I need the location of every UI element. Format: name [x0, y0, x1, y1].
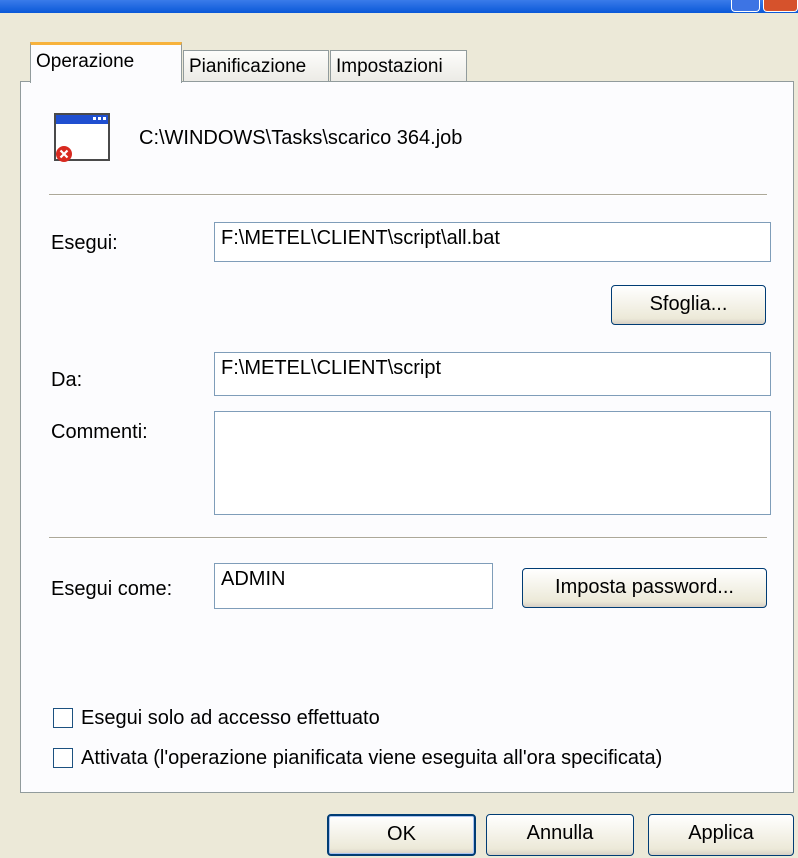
run-as-label: Esegui come: [51, 578, 173, 600]
run-input[interactable]: F:\METEL\CLIENT\script\all.bat [214, 222, 771, 262]
run-label: Esegui: [51, 232, 118, 254]
title-bar [0, 0, 798, 13]
run-as-input[interactable]: ADMIN [214, 563, 493, 609]
scheduled-task-error-icon [53, 112, 113, 164]
set-password-button[interactable]: Imposta password... [522, 568, 767, 608]
enabled-label: Attivata (l'operazione pianificata viene… [81, 747, 663, 769]
help-button[interactable] [731, 0, 760, 12]
ok-button[interactable]: OK [327, 814, 476, 856]
start-in-input[interactable]: F:\METEL\CLIENT\script [214, 352, 771, 396]
separator [49, 194, 767, 196]
tab-pianificazione[interactable]: Pianificazione [183, 50, 329, 81]
apply-button[interactable]: Applica [648, 814, 794, 856]
cancel-button[interactable]: Annulla [486, 814, 634, 856]
logged-on-only-label: Esegui solo ad accesso effettuato [81, 707, 380, 729]
tab-operazione[interactable]: Operazione [30, 42, 182, 83]
comments-label: Commenti: [51, 421, 148, 443]
browse-button[interactable]: Sfoglia... [611, 285, 766, 325]
comments-textarea[interactable] [214, 411, 771, 515]
separator [49, 537, 767, 539]
logged-on-only-checkbox[interactable] [53, 708, 73, 728]
tab-panel-operazione: C:\WINDOWS\Tasks\scarico 364.job Esegui:… [20, 81, 794, 793]
tab-impostazioni[interactable]: Impostazioni [330, 50, 467, 81]
start-in-label: Da: [51, 369, 83, 391]
close-button[interactable] [763, 0, 798, 12]
task-file-path: C:\WINDOWS\Tasks\scarico 364.job [139, 127, 463, 149]
enabled-checkbox[interactable] [53, 748, 73, 768]
